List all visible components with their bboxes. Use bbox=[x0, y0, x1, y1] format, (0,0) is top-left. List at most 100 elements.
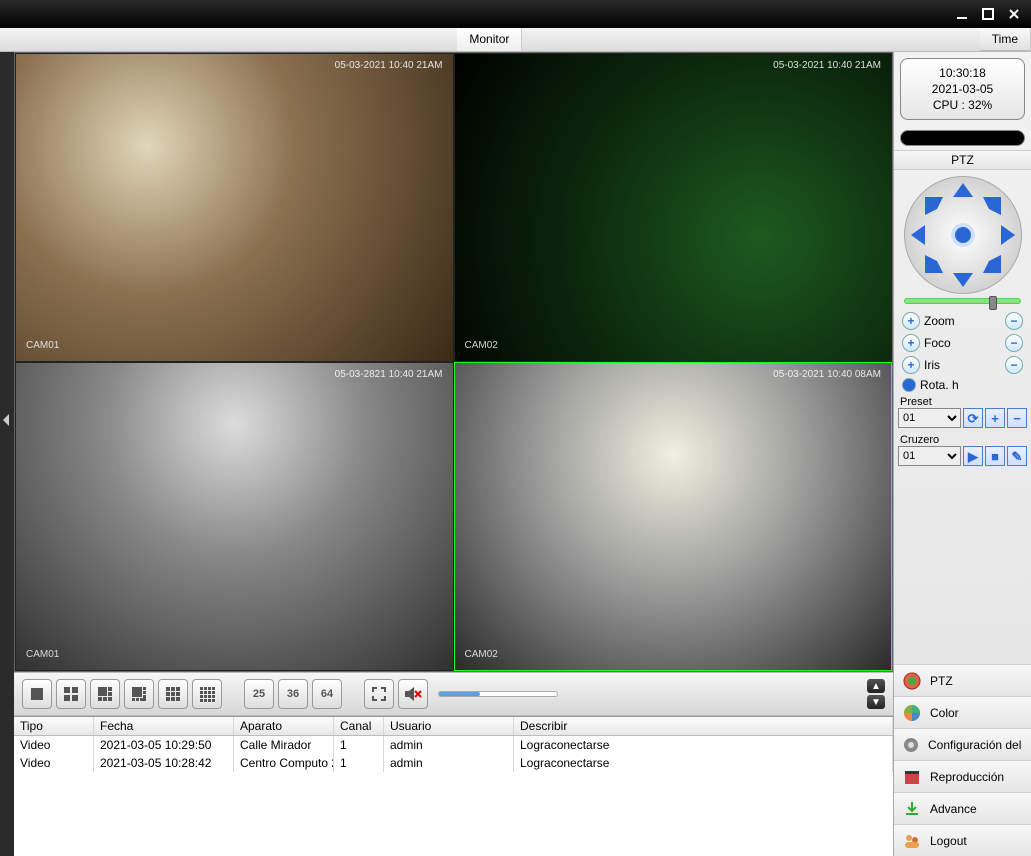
cruzero-edit-button[interactable]: ✎ bbox=[1007, 446, 1027, 466]
layout-64-button[interactable]: 64 bbox=[312, 679, 342, 709]
layout-6-button[interactable] bbox=[90, 679, 120, 709]
menu-advance[interactable]: Advance bbox=[894, 792, 1031, 824]
close-button[interactable] bbox=[1003, 4, 1025, 24]
menu-label: PTZ bbox=[930, 674, 953, 688]
volume-slider[interactable] bbox=[438, 691, 558, 697]
log-header-fecha[interactable]: Fecha bbox=[94, 717, 234, 735]
tab-monitor[interactable]: Monitor bbox=[457, 28, 522, 51]
zoom-label: Zoom bbox=[924, 314, 1001, 328]
color-icon bbox=[902, 703, 922, 723]
clapper-icon bbox=[902, 767, 922, 787]
camera-feed-4[interactable]: 05-03-2021 10:40 08AM CAM02 bbox=[454, 362, 893, 671]
log-header-canal[interactable]: Canal bbox=[334, 717, 384, 735]
layout-9-button[interactable] bbox=[158, 679, 188, 709]
camera-timestamp: 05-03-2821 10:40 21AM bbox=[335, 369, 443, 380]
ptz-right-button[interactable] bbox=[1001, 225, 1015, 245]
preset-remove-button[interactable]: − bbox=[1007, 408, 1027, 428]
fullscreen-button[interactable] bbox=[364, 679, 394, 709]
preset-label: Preset bbox=[894, 394, 1031, 408]
minimize-button[interactable] bbox=[951, 4, 973, 24]
device-name-strip bbox=[900, 130, 1025, 146]
gear-icon bbox=[902, 735, 920, 755]
rotate-button[interactable] bbox=[902, 378, 916, 392]
log-row[interactable]: Video 2021-03-05 10:29:50 Calle Mirador … bbox=[14, 736, 893, 754]
layout-8-button[interactable] bbox=[124, 679, 154, 709]
menu-color[interactable]: Color bbox=[894, 696, 1031, 728]
preset-add-button[interactable]: + bbox=[985, 408, 1005, 428]
cruzero-select[interactable]: 01 bbox=[898, 446, 961, 466]
layout-25-button[interactable]: 25 bbox=[244, 679, 274, 709]
menu-label: Configuración del Sistema bbox=[928, 738, 1023, 752]
video-toolbar: 25 36 64 ▲ ▼ bbox=[14, 672, 893, 716]
tab-time[interactable]: Time bbox=[980, 28, 1031, 51]
zoom-in-button[interactable]: + bbox=[902, 312, 920, 330]
left-panel-collapse[interactable] bbox=[0, 52, 14, 856]
status-date: 2021-03-05 bbox=[905, 81, 1020, 97]
camera-label: CAM02 bbox=[465, 340, 498, 351]
log-row[interactable]: Video 2021-03-05 10:28:42 Centro Computo… bbox=[14, 754, 893, 772]
ptz-center-button[interactable] bbox=[951, 223, 975, 247]
log-panel: Tipo Fecha Aparato Canal Usuario Describ… bbox=[14, 716, 893, 856]
rotate-label: Rota. h bbox=[920, 378, 1023, 392]
camera-timestamp: 05-03-2021 10:40 08AM bbox=[773, 369, 881, 380]
focus-label: Foco bbox=[924, 336, 1001, 350]
status-time: 10:30:18 bbox=[905, 65, 1020, 81]
preset-select[interactable]: 01 bbox=[898, 408, 961, 428]
sidebar: 10:30:18 2021-03-05 CPU : 32% PTZ + Zoom… bbox=[893, 52, 1031, 856]
focus-out-button[interactable]: − bbox=[1005, 334, 1023, 352]
page-down-button[interactable]: ▼ bbox=[867, 695, 885, 709]
log-header: Tipo Fecha Aparato Canal Usuario Describ… bbox=[14, 717, 893, 736]
menu-label: Reproducción bbox=[930, 770, 1004, 784]
tab-bar: Monitor Time bbox=[0, 28, 1031, 52]
zoom-out-button[interactable]: − bbox=[1005, 312, 1023, 330]
status-cpu: CPU : 32% bbox=[905, 97, 1020, 113]
menu-logout[interactable]: Logout bbox=[894, 824, 1031, 856]
layout-1-button[interactable] bbox=[22, 679, 52, 709]
status-box: 10:30:18 2021-03-05 CPU : 32% bbox=[900, 58, 1025, 120]
log-header-tipo[interactable]: Tipo bbox=[14, 717, 94, 735]
log-header-describir[interactable]: Describir bbox=[514, 717, 893, 735]
cruzero-label: Cruzero bbox=[894, 432, 1031, 446]
ptz-upright-button[interactable] bbox=[983, 197, 1001, 215]
users-icon bbox=[902, 831, 922, 851]
page-up-button[interactable]: ▲ bbox=[867, 679, 885, 693]
preset-goto-button[interactable]: ⟳ bbox=[963, 408, 983, 428]
ptz-icon bbox=[902, 671, 922, 691]
camera-label: CAM01 bbox=[26, 649, 59, 660]
maximize-button[interactable] bbox=[977, 4, 999, 24]
iris-label: Iris bbox=[924, 358, 1001, 372]
ptz-up-button[interactable] bbox=[953, 183, 973, 197]
download-icon bbox=[902, 799, 922, 819]
layout-16-button[interactable] bbox=[192, 679, 222, 709]
camera-feed-1[interactable]: 05-03-2021 10:40 21AM CAM01 bbox=[15, 53, 454, 362]
camera-timestamp: 05-03-2021 10:40 21AM bbox=[773, 60, 881, 71]
menu-config[interactable]: Configuración del Sistema bbox=[894, 728, 1031, 760]
camera-feed-3[interactable]: 05-03-2821 10:40 21AM CAM01 bbox=[15, 362, 454, 671]
ptz-downleft-button[interactable] bbox=[925, 255, 943, 273]
layout-4-button[interactable] bbox=[56, 679, 86, 709]
menu-label: Advance bbox=[930, 802, 977, 816]
layout-36-button[interactable]: 36 bbox=[278, 679, 308, 709]
ptz-wheel bbox=[904, 176, 1022, 294]
focus-in-button[interactable]: + bbox=[902, 334, 920, 352]
menu-ptz[interactable]: PTZ bbox=[894, 664, 1031, 696]
cruzero-stop-button[interactable]: ■ bbox=[985, 446, 1005, 466]
camera-label: CAM01 bbox=[26, 340, 59, 351]
cruzero-play-button[interactable]: ▶ bbox=[963, 446, 983, 466]
menu-label: Logout bbox=[930, 834, 967, 848]
log-header-usuario[interactable]: Usuario bbox=[384, 717, 514, 735]
title-bar bbox=[0, 0, 1031, 28]
ptz-left-button[interactable] bbox=[911, 225, 925, 245]
camera-label: CAM02 bbox=[465, 649, 498, 660]
ptz-title: PTZ bbox=[894, 150, 1031, 170]
ptz-down-button[interactable] bbox=[953, 273, 973, 287]
iris-close-button[interactable]: − bbox=[1005, 356, 1023, 374]
ptz-speed-slider[interactable] bbox=[904, 298, 1021, 304]
log-header-aparato[interactable]: Aparato bbox=[234, 717, 334, 735]
mute-button[interactable] bbox=[398, 679, 428, 709]
ptz-upleft-button[interactable] bbox=[925, 197, 943, 215]
menu-reproduccion[interactable]: Reproducción bbox=[894, 760, 1031, 792]
camera-feed-2[interactable]: 05-03-2021 10:40 21AM CAM02 bbox=[454, 53, 893, 362]
ptz-downright-button[interactable] bbox=[983, 255, 1001, 273]
iris-open-button[interactable]: + bbox=[902, 356, 920, 374]
